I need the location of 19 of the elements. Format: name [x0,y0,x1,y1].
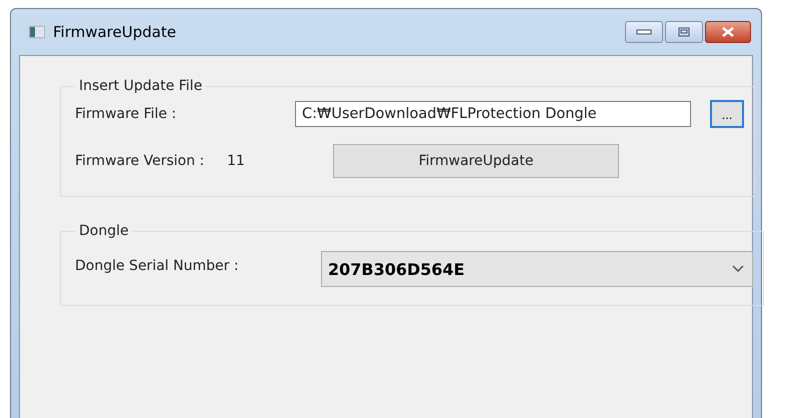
close-button[interactable] [705,21,751,43]
file-path-field[interactable]: C:₩UserDownload₩FLProtection Dongle [295,101,691,127]
serial-number-dropdown[interactable]: 207B306D564E [321,251,753,287]
firmware-version-value: 11 [227,153,246,169]
close-icon [722,27,734,37]
maximize-icon [678,27,690,37]
minimize-button[interactable] [625,21,663,43]
serial-number-label: Dongle Serial Number : [75,258,240,274]
group-title: Dongle [78,223,130,239]
browse-button[interactable]: ... [710,100,744,128]
maximize-button[interactable] [665,21,703,43]
firmware-update-button[interactable]: FirmwareUpdate [333,144,619,178]
firmware-file-label: Firmware File : [75,106,178,122]
firmware-version-label: Firmware Version : [75,153,206,169]
minimize-icon [636,29,652,35]
chevron-down-icon [732,265,744,273]
window-title: FirmwareUpdate [53,23,178,41]
window-icon [29,26,45,38]
group-title: Insert Update File [78,78,204,94]
